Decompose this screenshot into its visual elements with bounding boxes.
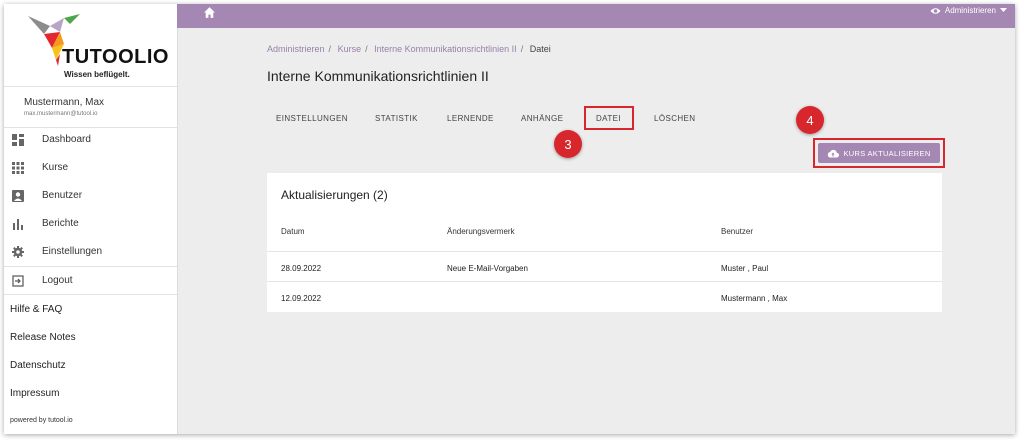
caret-down-icon [1000,8,1007,12]
sidebar-item-label: Einstellungen [42,246,103,257]
user-block[interactable]: Mustermann, Max max.mustermann@tutool.io [4,86,177,128]
dashboard-icon [12,134,24,146]
tab-loeschen[interactable]: LÖSCHEN [654,114,695,123]
breadcrumb-course[interactable]: Interne Kommunikationsrichtlinien II [374,44,517,54]
table-row[interactable]: 28.09.2022 Neue E-Mail-Vorgaben Muster ,… [267,251,942,282]
link-label: Impressum [10,388,60,399]
sidebar-item-label: Logout [42,275,73,286]
sidebar: TUTOOLIO Wissen beflügelt. Mustermann, M… [4,4,178,434]
user-name: Mustermann, Max [24,97,105,108]
grid-icon [12,162,24,174]
cloud-upload-icon [828,149,840,158]
page-title: Interne Kommunikationsrichtlinien II [267,68,489,84]
cell-date: 28.09.2022 [281,264,322,273]
footer-links: Hilfe & FAQ Release Notes Datenschutz Im… [4,294,177,407]
admin-label: Administrieren [944,6,996,15]
logo[interactable]: TUTOOLIO Wissen beflügelt. [26,12,168,80]
sidebar-item-label: Benutzer [42,190,83,201]
table-row[interactable]: 12.09.2022 Mustermann , Max [267,281,942,312]
brand-tagline: Wissen beflügelt. [64,70,130,79]
kurs-aktualisieren-button[interactable]: KURS AKTUALISIEREN [818,143,940,163]
column-header-benutzer: Benutzer [721,227,754,236]
button-label: KURS AKTUALISIEREN [843,148,931,158]
brand-name: TUTOOLIO [62,46,169,68]
link-hilfe-faq[interactable]: Hilfe & FAQ [4,295,177,323]
breadcrumb-current: Datei [529,44,551,54]
breadcrumb-kurse[interactable]: Kurse [338,44,362,54]
link-impressum[interactable]: Impressum [4,379,177,407]
sidebar-item-label: Kurse [42,162,69,173]
tab-datei[interactable]: DATEI [596,114,621,123]
step-marker-3: 3 [554,130,582,158]
sidebar-item-berichte[interactable]: Berichte [4,210,177,238]
sidebar-item-logout[interactable]: Logout [4,266,177,295]
sidebar-item-kurse[interactable]: Kurse [4,154,177,182]
powered-by: powered by tutool.io [10,417,73,424]
cell-date: 12.09.2022 [281,294,322,303]
cell-user: Mustermann , Max [721,294,788,303]
link-label: Hilfe & FAQ [10,304,63,315]
card-title: Aktualisierungen (2) [281,188,388,202]
user-email: max.mustermann@tutool.io [24,111,98,117]
breadcrumb-administrieren[interactable]: Administrieren [267,44,325,54]
admin-menu[interactable]: Administrieren [930,6,1007,15]
sidebar-item-einstellungen[interactable]: Einstellungen [4,238,177,266]
gear-icon [12,246,24,258]
eye-icon [930,7,941,14]
column-header-datum: Datum [281,227,305,236]
updates-card: Aktualisierungen (2) Datum Änderungsverm… [267,173,942,312]
sidebar-item-label: Berichte [42,218,79,229]
cell-user: Muster , Paul [721,264,769,273]
column-header-aenderungsvermerk: Änderungsvermerk [447,227,515,236]
sidebar-item-benutzer[interactable]: Benutzer [4,182,177,210]
logout-icon [12,275,24,287]
breadcrumb: Administrieren / Kurse / Interne Kommunika… [267,44,551,54]
update-button-highlight: KURS AKTUALISIEREN [813,138,945,168]
user-icon [12,190,24,202]
app-window: TUTOOLIO Wissen beflügelt. Mustermann, M… [4,4,1015,434]
home-icon[interactable] [203,6,216,19]
link-label: Release Notes [10,332,76,343]
link-datenschutz[interactable]: Datenschutz [4,351,177,379]
link-label: Datenschutz [10,360,66,371]
link-release-notes[interactable]: Release Notes [4,323,177,351]
sidebar-nav: Dashboard Kurse Benutzer Berichte Einste… [4,126,177,295]
tab-lernende[interactable]: LERNENDE [447,114,494,123]
sidebar-item-dashboard[interactable]: Dashboard [4,126,177,154]
step-marker-4: 4 [796,106,824,134]
tab-anhaenge[interactable]: ANHÄNGE [521,114,563,123]
top-bar: Administrieren [177,4,1015,28]
cell-note: Neue E-Mail-Vorgaben [447,264,528,273]
tab-statistik[interactable]: STATISTIK [375,114,418,123]
tab-einstellungen[interactable]: EINSTELLUNGEN [276,114,348,123]
bar-chart-icon [13,219,23,230]
sidebar-item-label: Dashboard [42,134,91,145]
